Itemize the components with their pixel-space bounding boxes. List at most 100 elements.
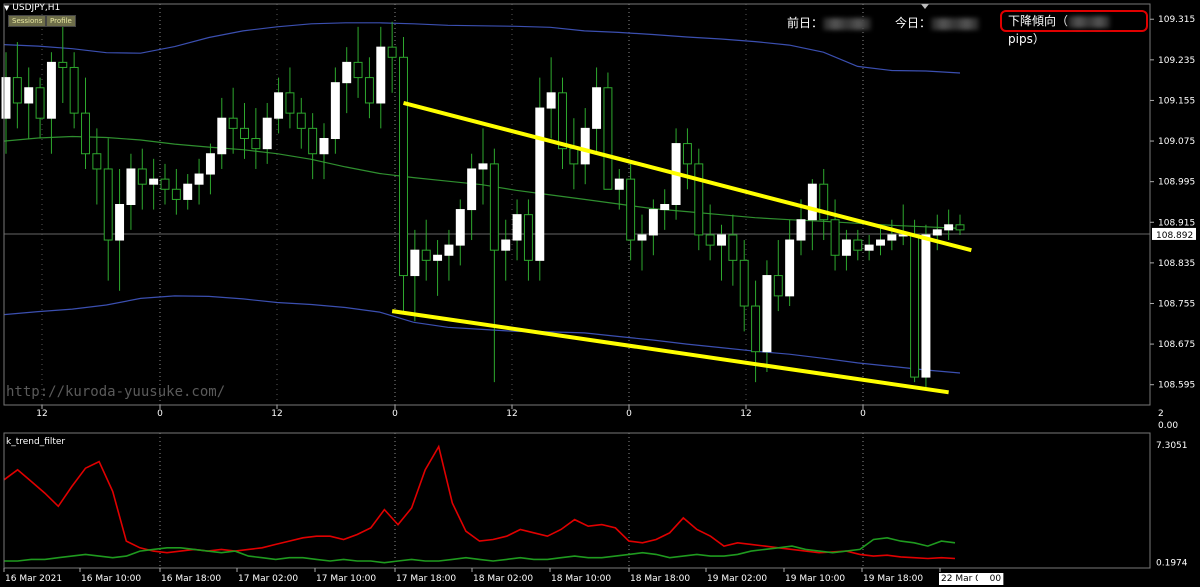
candle-body (160, 178, 170, 190)
candle-body (751, 305, 761, 353)
hour-axis-label: 12 (506, 409, 517, 419)
indicator-tick-label: 7.3051 (1156, 441, 1188, 451)
candle-body (81, 112, 90, 155)
price-tick-label: 108.755 (1158, 299, 1195, 309)
candle-body (535, 107, 545, 261)
profile-button[interactable]: Profile (46, 15, 76, 27)
candle-body (228, 117, 238, 129)
symbol-timeframe-label: ▼ USDJPY,H1 (4, 3, 61, 13)
candle-body (399, 56, 408, 277)
candle-body (944, 224, 954, 231)
candle-body (319, 138, 329, 155)
trend-label: 下降傾向（ (1008, 14, 1069, 28)
candle-body (739, 259, 749, 307)
chart-shift-icon (921, 4, 929, 9)
date-axis-label: 17 Mar 18:00 (396, 574, 456, 584)
trend-line-lower (391, 309, 949, 395)
candle-body (126, 168, 136, 205)
candle-body (478, 163, 488, 170)
watermark-url: http://kuroda-yuusuke.com/ (6, 384, 226, 400)
hour-axis-label: 0 (860, 409, 866, 419)
indicator-tick-label: 0.1974 (1156, 559, 1188, 569)
hour-axis-label: 12 (36, 409, 47, 419)
candle-body (910, 234, 920, 378)
candle-body (626, 178, 636, 241)
prev-day-value-redacted (823, 17, 872, 30)
date-axis-label: 16 Mar 2021 (5, 574, 62, 584)
price-tick-label: 109.075 (1158, 137, 1195, 147)
candle-body (512, 214, 522, 241)
today-readout: 今日： (895, 14, 980, 31)
candle-body (149, 178, 159, 185)
price-tick-label: 108.675 (1158, 340, 1195, 350)
candle-body (444, 244, 454, 256)
price-tick-label: 108.595 (1158, 381, 1195, 391)
candle-body (46, 61, 56, 119)
lower-bollinger-band (3, 295, 961, 374)
candle-body (308, 127, 318, 155)
candle-body (137, 168, 147, 185)
date-axis-label: 16 Mar 18:00 (161, 574, 221, 584)
candle-body (592, 87, 602, 129)
candle-body (717, 234, 726, 246)
sessions-button[interactable]: Sessions (8, 15, 47, 27)
candle-body (785, 239, 795, 297)
sub-axis-label: 0.00 (1158, 421, 1178, 431)
hour-axis-label: 0 (157, 409, 163, 419)
date-axis-label: 17 Mar 10:00 (316, 574, 376, 584)
candle-body (853, 239, 863, 251)
candle-body (558, 92, 567, 150)
indicator-name: k_trend_filter (6, 437, 66, 447)
candle-body (262, 117, 272, 150)
hour-axis-label: 0 (626, 409, 632, 419)
candle-body (467, 168, 477, 211)
candle-body (637, 234, 647, 241)
prev-day-readout: 前日： (787, 14, 872, 31)
candle-body (12, 77, 22, 104)
candle-body (433, 254, 443, 261)
trend-status-box: 下降傾向（ pips） (1000, 10, 1148, 46)
candle-body (580, 127, 590, 165)
price-tick-label: 109.315 (1158, 15, 1195, 25)
candle-body (205, 153, 215, 175)
date-axis-label: 18 Mar 02:00 (473, 574, 533, 584)
candle-body (569, 148, 579, 165)
candle-body (35, 87, 45, 119)
candle-body (614, 178, 624, 190)
indicator-series-line (3, 444, 956, 560)
candle-body (194, 173, 204, 185)
candle-body (728, 234, 738, 261)
date-axis-label: 18 Mar 10:00 (551, 574, 611, 584)
candle-body (364, 77, 374, 104)
candle-body (830, 219, 840, 256)
today-value-redacted (931, 17, 980, 30)
candle-body (455, 209, 465, 246)
candle-body (682, 143, 692, 165)
candle-body (932, 229, 942, 236)
candle-body (603, 87, 613, 190)
candle-body (410, 249, 420, 277)
candle-body (251, 138, 261, 150)
hour-axis-label: 12 (271, 409, 282, 419)
date-axis-label: 17 Mar 02:00 (238, 574, 298, 584)
candle-body (103, 168, 113, 241)
candle-body (660, 204, 670, 211)
candle-body (807, 183, 817, 221)
candle-body (285, 92, 295, 114)
today-label: 今日： (895, 16, 932, 30)
candle-body (183, 183, 193, 200)
price-tick-label: 108.995 (1158, 178, 1195, 188)
sub-axis-label: 2 (1158, 409, 1164, 419)
candle-body (762, 275, 772, 353)
candle-body (955, 224, 965, 231)
hour-axis-label: 12 (740, 409, 751, 419)
price-tick-label: 108.915 (1158, 218, 1195, 228)
candle-body (705, 234, 715, 246)
price-tick-label: 109.155 (1158, 96, 1195, 106)
candle-body (921, 234, 931, 378)
candle-body (24, 87, 34, 104)
candle-body (342, 61, 352, 84)
candle-body (501, 239, 511, 251)
trend-unit: pips） (1008, 32, 1045, 46)
candle-body (58, 61, 68, 68)
